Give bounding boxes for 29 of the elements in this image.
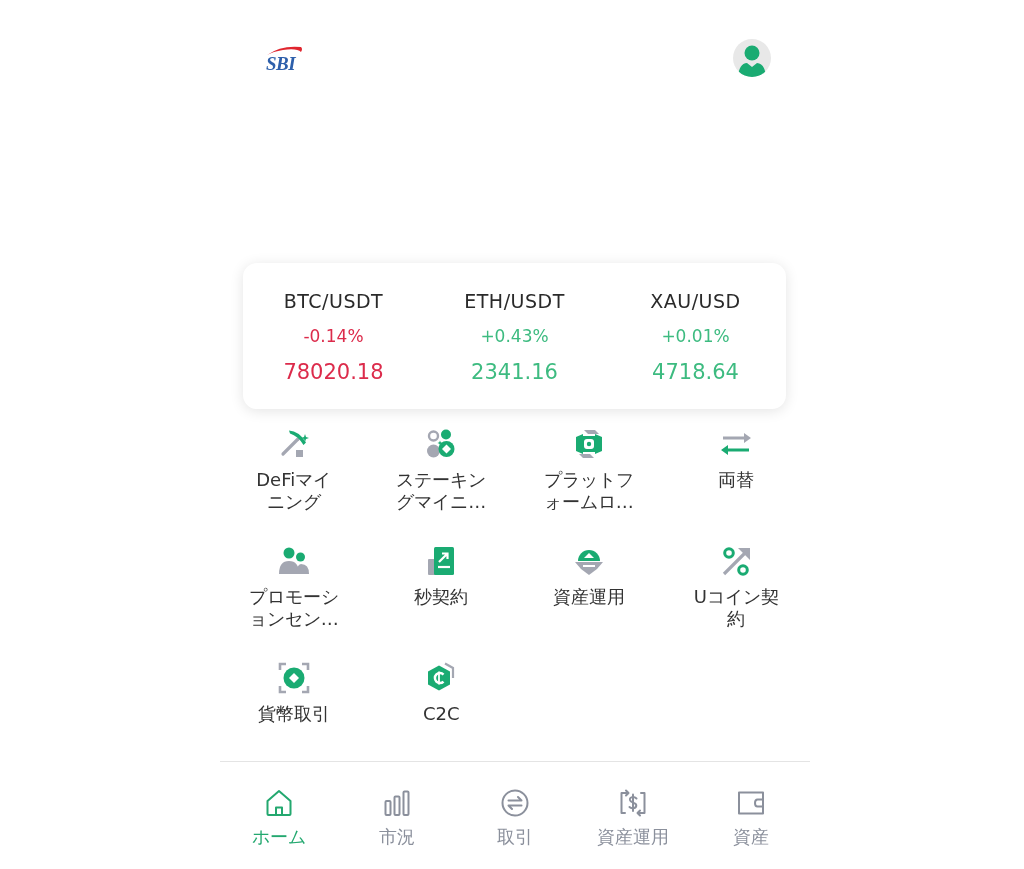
avatar-icon[interactable] <box>733 39 771 77</box>
change-percent: -0.14% <box>303 325 364 348</box>
logo-text: SBI <box>266 55 296 72</box>
change-percent: +0.43% <box>480 325 549 348</box>
ticker-price: 4718.64 <box>652 359 739 386</box>
ticker-price: 2341.16 <box>471 359 558 386</box>
menu-item[interactable]: プラットフォームロ… <box>542 428 635 513</box>
dollar-exchange-icon <box>618 788 648 818</box>
people-icon <box>277 545 310 577</box>
ticker-pair: BTC/USDT <box>283 289 384 313</box>
menu-item[interactable]: 資産運用 <box>542 545 635 608</box>
ticker-price: 78020.18 <box>283 359 384 386</box>
home-icon <box>264 788 294 818</box>
menu-item[interactable]: Uコイン契約 <box>690 545 783 630</box>
menu-item[interactable]: DeFiマイニング <box>247 428 340 513</box>
percent-arrow-icon <box>720 545 753 577</box>
ticker-pair: XAU/USD <box>650 289 741 313</box>
menu-item[interactable]: 貨幣取引 <box>247 662 340 725</box>
change-percent: +0.01% <box>661 325 730 348</box>
bar-chart-icon <box>382 788 412 818</box>
swoosh-icon <box>267 46 303 55</box>
ticker-pair: ETH/USDT <box>464 289 565 313</box>
exchange-icon <box>500 788 530 818</box>
menu-item[interactable]: C2C <box>395 662 488 725</box>
coin-frame-icon <box>277 662 310 694</box>
menu-item[interactable]: プロモーションセン… <box>247 545 340 630</box>
menu-item[interactable]: 両替 <box>690 428 783 491</box>
menu-item[interactable]: 秒契約 <box>395 545 488 608</box>
menu-item[interactable]: ステーキングマイニ… <box>395 428 488 513</box>
